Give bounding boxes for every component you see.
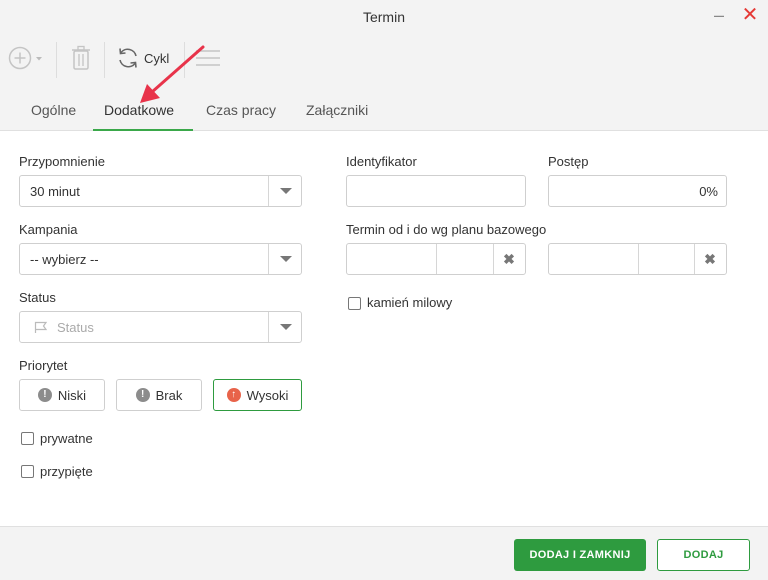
close-button[interactable]: ✕	[741, 5, 759, 25]
milestone-label: kamień milowy	[367, 295, 453, 310]
baseline-start-time[interactable]	[437, 244, 494, 274]
progress-input[interactable]: 0%	[548, 175, 727, 207]
chevron-down-icon	[268, 176, 301, 206]
reminder-select[interactable]: 30 minut	[19, 175, 302, 207]
trash-icon	[72, 45, 90, 70]
toolbar-divider	[56, 42, 57, 78]
priority-high-label: Wysoki	[246, 387, 289, 403]
baseline-end-time[interactable]	[639, 244, 695, 274]
priority-high-button[interactable]: ↑ Wysoki	[213, 379, 302, 411]
window-title: Termin	[362, 9, 405, 25]
progress-label: Postęp	[548, 154, 589, 169]
baseline-range-label: Termin od i do wg planu bazowego	[346, 222, 547, 237]
tab-czas-pracy[interactable]: Czas pracy	[206, 102, 276, 118]
campaign-select[interactable]: -- wybierz --	[19, 243, 302, 275]
private-checkbox[interactable]	[21, 432, 34, 445]
chevron-down-icon	[268, 244, 301, 274]
cycle-button[interactable]: Cykl	[116, 46, 169, 70]
baseline-start-field[interactable]: ✖	[346, 243, 526, 275]
toolbar-divider	[184, 42, 185, 78]
toolbar-divider	[104, 42, 105, 78]
status-placeholder: Status	[57, 320, 94, 335]
priority-low-label: Niski	[57, 387, 87, 403]
identifier-label: Identyfikator	[346, 154, 417, 169]
private-label: prywatne	[40, 431, 93, 446]
flag-icon	[34, 321, 48, 333]
priority-none-button[interactable]: ! Brak	[116, 379, 202, 411]
add-button[interactable]: DODAJ	[657, 539, 750, 571]
menu-button[interactable]	[194, 48, 222, 68]
tab-zalaczniki[interactable]: Załączniki	[306, 102, 368, 118]
milestone-checkbox[interactable]	[348, 297, 361, 310]
status-select[interactable]: Status	[19, 311, 302, 343]
baseline-start-date[interactable]	[347, 244, 437, 274]
alert-icon: !	[135, 388, 150, 402]
priority-none-label: Brak	[155, 387, 183, 403]
reminder-label: Przypomnienie	[19, 154, 105, 169]
chevron-down-icon	[268, 312, 301, 342]
clear-icon[interactable]: ✖	[694, 244, 726, 274]
footer-bar: DODAJ I ZAMKNIJ DODAJ	[0, 526, 768, 580]
baseline-end-field[interactable]: ✖	[548, 243, 727, 275]
add-icon	[8, 46, 32, 70]
baseline-end-date[interactable]	[549, 244, 639, 274]
campaign-label: Kampania	[19, 222, 78, 237]
cycle-icon	[119, 48, 137, 68]
add-button[interactable]	[8, 46, 46, 70]
pinned-checkbox[interactable]	[21, 465, 34, 478]
add-and-close-button[interactable]: DODAJ I ZAMKNIJ	[514, 539, 646, 571]
dropdown-caret-icon	[36, 57, 42, 61]
toolbar: Cykl	[0, 34, 768, 90]
arrow-up-icon: ↑	[226, 388, 241, 402]
priority-low-button[interactable]: ! Niski	[19, 379, 105, 411]
pinned-label: przypięte	[40, 464, 93, 479]
clear-icon[interactable]: ✖	[493, 244, 525, 274]
minimize-button[interactable]: –	[711, 5, 727, 25]
title-bar: Termin – ✕	[0, 0, 768, 34]
progress-value: 0%	[699, 184, 718, 199]
tab-bar: Ogólne Dodatkowe Czas pracy Załączniki	[0, 90, 768, 131]
campaign-value: -- wybierz --	[30, 252, 99, 267]
status-label: Status	[19, 290, 56, 305]
alert-icon: !	[37, 388, 52, 402]
priority-label: Priorytet	[19, 358, 68, 373]
delete-button[interactable]	[70, 44, 92, 72]
reminder-value: 30 minut	[30, 184, 80, 199]
cycle-label: Cykl	[144, 50, 170, 66]
tab-ogolne[interactable]: Ogólne	[31, 102, 76, 118]
identifier-input[interactable]	[346, 175, 526, 207]
tab-dodatkowe[interactable]: Dodatkowe	[104, 102, 174, 118]
menu-lines-icon	[196, 50, 220, 66]
